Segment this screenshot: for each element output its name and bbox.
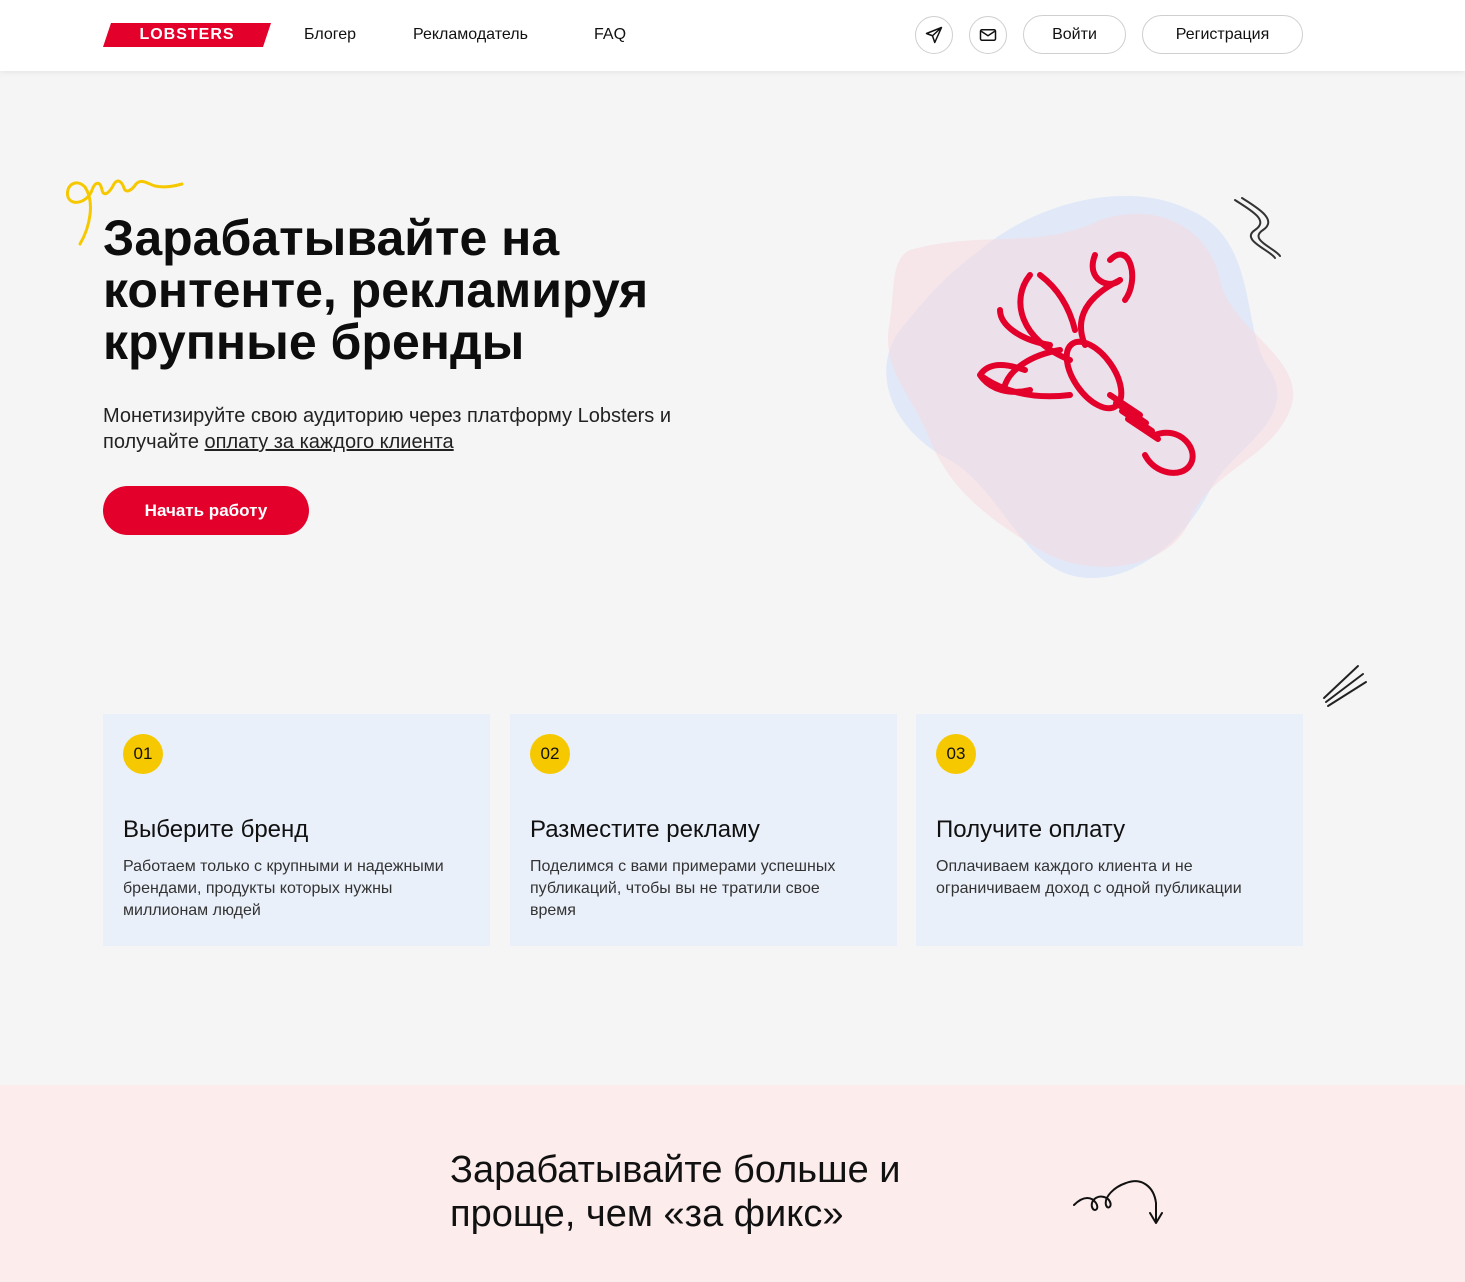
step-text: Поделимся с вами примерами успешных публ… <box>530 858 836 919</box>
step-number-badge: 01 <box>123 734 163 774</box>
hero-subtitle: Монетизируйте свою аудиторию через платф… <box>103 403 703 455</box>
step-text: Работаем только с крупными и надежными б… <box>123 858 444 919</box>
slash-lines-decoration <box>1323 665 1367 707</box>
nav-item-blogger[interactable]: Блогер <box>304 24 356 46</box>
step-card-1: 01 Выберите бренд Работаем только с круп… <box>103 714 490 946</box>
email-button[interactable] <box>969 16 1007 54</box>
step-title: Получите оплату <box>936 816 1126 843</box>
step-card-2: 02 Разместите рекламу Поделимся с вами п… <box>510 714 897 946</box>
register-button[interactable]: Регистрация <box>1142 15 1303 54</box>
hero-subtitle-link[interactable]: оплату за каждого клиента <box>205 431 454 453</box>
step-number-badge: 02 <box>530 734 570 774</box>
login-button[interactable]: Войти <box>1023 15 1126 54</box>
step-number-badge: 03 <box>936 734 976 774</box>
logo-text: LOBSTERS <box>139 26 235 43</box>
telegram-button[interactable] <box>915 16 953 54</box>
start-work-button[interactable]: Начать работу <box>103 486 309 535</box>
lobster-illustration <box>886 195 1294 579</box>
site-header: LOBSTERS Блогер Рекламодатель FAQ Войти … <box>0 0 1465 71</box>
step-text: Оплачиваем каждого клиента и не ограничи… <box>936 858 1242 897</box>
nav-item-advertiser[interactable]: Рекламодатель <box>413 24 528 46</box>
hero-title: Зарабатывайте на контенте, рекламируя кр… <box>103 210 649 370</box>
mail-icon <box>979 29 997 41</box>
earn-more-section: Зарабатывайте больше и проще, чем «за фи… <box>0 1085 1465 1282</box>
earn-more-title: Зарабатывайте больше и проще, чем «за фи… <box>450 1149 901 1235</box>
step-title: Выберите бренд <box>123 816 309 843</box>
nav-item-faq[interactable]: FAQ <box>594 24 626 46</box>
step-card-3: 03 Получите оплату Оплачиваем каждого кл… <box>916 714 1303 946</box>
lobsters-logo[interactable]: LOBSTERS <box>103 23 271 47</box>
step-title: Разместите рекламу <box>530 816 760 843</box>
telegram-icon <box>925 26 943 44</box>
curly-arrow-icon <box>1073 1180 1163 1224</box>
